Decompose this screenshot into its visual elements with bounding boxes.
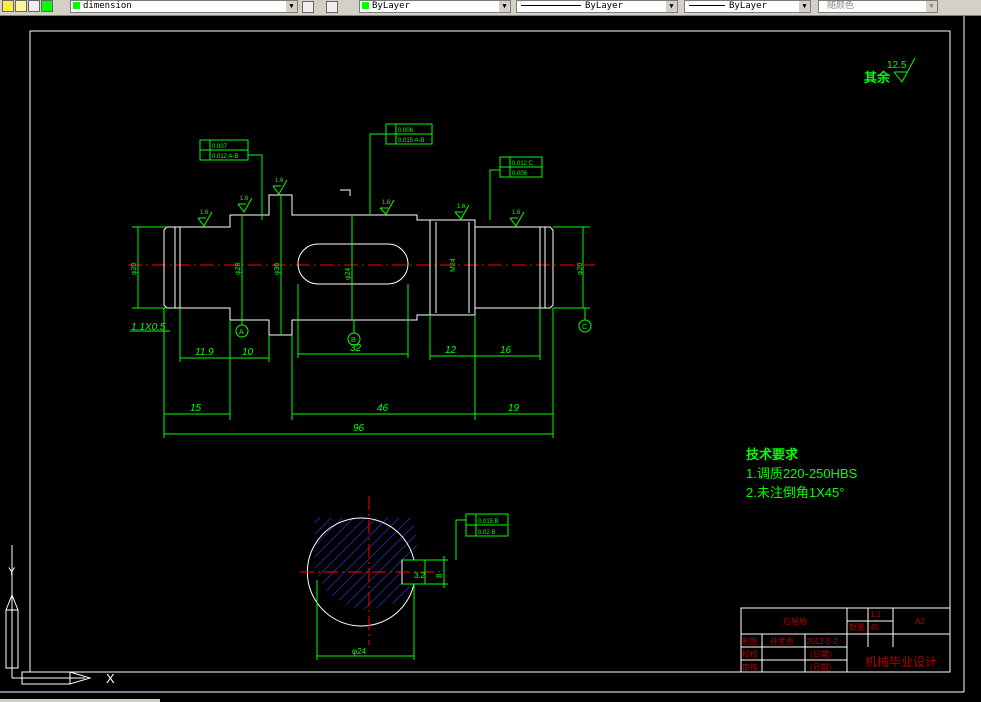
- check-label: 校核: [742, 649, 758, 659]
- section-arrow-icon: [340, 189, 351, 196]
- count-label: 数量: [849, 622, 865, 632]
- dimension-lines: [130, 284, 554, 438]
- linetype-sample: [521, 5, 581, 6]
- lock-icon[interactable]: [28, 0, 40, 12]
- dia-label: M24: [450, 258, 457, 272]
- tol-value: 0.007: [212, 144, 228, 150]
- dia-label: φ36: [274, 263, 281, 275]
- properties-toolbar: dimension ▼ ByLayer ▼ ByLayer ▼ ByLayer …: [0, 0, 981, 16]
- surface-mark: 12.5: [887, 60, 907, 71]
- dia-label: φ20: [131, 263, 138, 275]
- make-current-layer-icon[interactable]: [302, 1, 314, 13]
- tol-value: 0.015 B: [478, 519, 499, 525]
- tol-value: 0.006: [398, 128, 414, 134]
- dim-value: 46: [377, 403, 389, 414]
- lineweight-dropdown[interactable]: ByLayer ▼: [684, 0, 811, 13]
- datum-markers: [235, 308, 592, 346]
- linetype-value: ByLayer: [585, 1, 623, 11]
- key-depth: 8: [435, 573, 444, 578]
- tech-req-title: 技术要求: [746, 447, 799, 462]
- linetype-dropdown[interactable]: ByLayer ▼: [516, 0, 678, 13]
- tol-value: 0.006: [512, 171, 528, 177]
- diameter-labels: φ20 φ28 φ36 φ24 M24 φ20: [131, 258, 584, 280]
- color-dropdown[interactable]: ByLayer ▼: [359, 0, 511, 13]
- date-label: (日期): [810, 663, 832, 672]
- review-label: 审核: [742, 662, 758, 672]
- dim-value: 32: [350, 343, 362, 354]
- cad-drawing[interactable]: 其余 12.5 φ20 φ28 φ36 φ24 M24 φ20 1.6 1.6 …: [0, 16, 981, 702]
- dimension-values: 1.1X0.5 11.9 10 32 12 16 15 46 19 96: [131, 322, 520, 434]
- dim-value: 12: [445, 345, 457, 356]
- tol-value: 0.02 B: [478, 530, 495, 536]
- tech-req-item: 2.未注倒角1X45°: [746, 485, 844, 500]
- layer-dropdown[interactable]: dimension ▼: [70, 0, 298, 13]
- roughness-value: 1.6: [382, 200, 391, 206]
- lineweight-sample: [689, 5, 725, 6]
- drawn-by: 制图: [742, 636, 758, 646]
- part-name: 后轴轴: [783, 616, 807, 626]
- layer-color-icon[interactable]: [41, 0, 53, 12]
- dim-value: 11.9: [195, 347, 214, 358]
- layer-previous-icon[interactable]: [326, 1, 338, 13]
- dim-value: 15: [190, 403, 202, 414]
- roughness-value: 1.6: [512, 210, 521, 216]
- dim-value: 16: [500, 345, 512, 356]
- plotstyle-dropdown[interactable]: 随颜色 ▼: [818, 0, 938, 13]
- sheet-size: A2: [915, 617, 925, 626]
- dim-value: 19: [508, 403, 520, 414]
- sun-icon[interactable]: [15, 0, 27, 12]
- layer-state-icons[interactable]: [2, 0, 53, 12]
- datum-label: A: [239, 329, 244, 336]
- color-value: ByLayer: [372, 1, 410, 11]
- title-block-text: 后轴轴 1:1 45 数量 A2 制图 孙金贵 2012-5-2 校核 (日期)…: [742, 610, 937, 672]
- section-hatch: [315, 518, 417, 610]
- chevron-down-icon[interactable]: ▼: [799, 1, 810, 12]
- designer: 孙金贵: [770, 636, 794, 646]
- dim-value: 96: [353, 423, 365, 434]
- material: 45: [870, 623, 879, 632]
- date-label: (日期): [810, 650, 832, 659]
- dia-label: φ28: [235, 263, 242, 275]
- dia-label: φ24: [345, 268, 352, 280]
- drawing-border: [29, 30, 951, 673]
- roughness-values: 1.6 1.6 1.6 1.6 1.6 1.6: [200, 178, 521, 216]
- chevron-down-icon[interactable]: ▼: [926, 1, 937, 12]
- scale: 1:1: [870, 610, 882, 619]
- ucs-icon: [5, 545, 92, 685]
- lineweight-value: ByLayer: [729, 1, 767, 11]
- surface-prefix: 其余: [864, 70, 891, 85]
- drawing-canvas[interactable]: 其余 12.5 φ20 φ28 φ36 φ24 M24 φ20 1.6 1.6 …: [0, 16, 981, 702]
- tol-value: 0.015 A-B: [398, 138, 424, 144]
- chevron-down-icon[interactable]: ▼: [666, 1, 677, 12]
- roughness-value: 1.6: [457, 204, 466, 210]
- roughness-marks: [197, 179, 525, 227]
- layer-name: dimension: [83, 1, 132, 11]
- roughness-value: 1.6: [275, 178, 284, 184]
- roughness-value: 1.6: [200, 210, 209, 216]
- dim-chamfer: 1.1X0.5: [131, 322, 166, 333]
- tol-value: 0.012 C: [512, 161, 534, 167]
- plotstyle-value: 随颜色: [827, 1, 855, 11]
- section-dia: φ24: [352, 647, 367, 656]
- ucs-x-label: X: [106, 671, 115, 686]
- layer-swatch: [73, 2, 80, 9]
- chevron-down-icon[interactable]: ▼: [286, 1, 297, 12]
- tol-value: 0.012 A-B: [212, 154, 238, 160]
- datum-label: C: [582, 324, 587, 331]
- roughness-value: 1.6: [240, 196, 249, 202]
- date: 2012-5-2: [806, 637, 839, 646]
- lightbulb-icon[interactable]: [2, 0, 14, 12]
- school-name: 机械毕业设计: [865, 654, 937, 669]
- tolerance-frame-1: [199, 139, 263, 220]
- tech-req-item: 1.调质220-250HBS: [746, 466, 858, 481]
- dim-value: 10: [242, 347, 254, 358]
- color-swatch: [362, 2, 369, 9]
- chevron-down-icon[interactable]: ▼: [499, 1, 510, 12]
- key-width: 3.2: [414, 571, 426, 580]
- ucs-y-label: Y: [8, 566, 16, 578]
